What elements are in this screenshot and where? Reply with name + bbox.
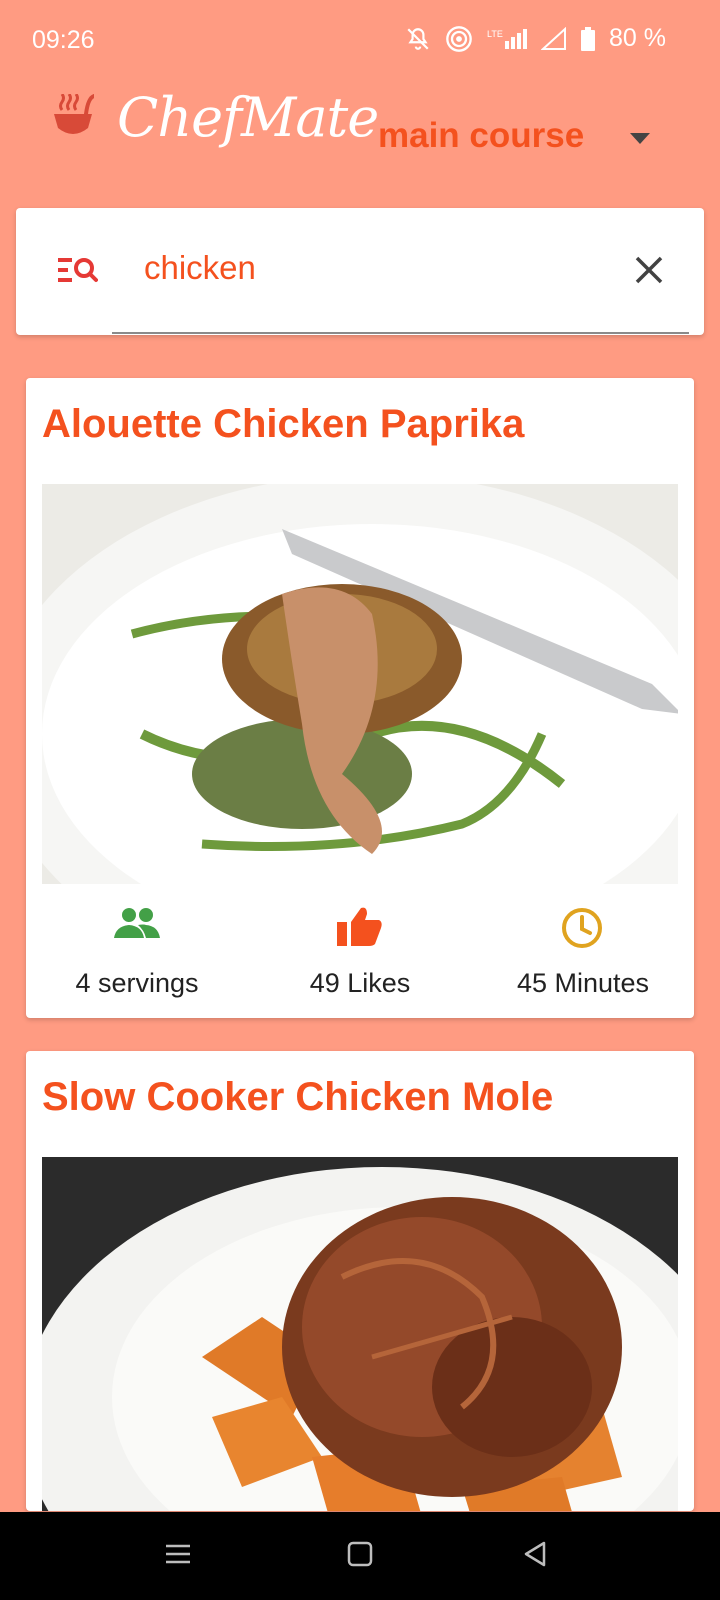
recipe-stats: 4 servings 49 Likes 45 Minutes (26, 884, 694, 1018)
status-bar: 09:26 LTE 80 % (0, 0, 720, 80)
likes-label: 49 Likes (309, 968, 411, 998)
soup-pot-logo-icon (52, 93, 96, 145)
menu-icon[interactable] (164, 1540, 192, 1573)
thumbs-up-icon (337, 906, 383, 951)
close-icon[interactable] (633, 254, 665, 291)
dropdown-arrow-icon (630, 132, 650, 150)
battery-icon (581, 26, 596, 51)
recipe-image (42, 484, 678, 884)
category-selected-value: main course (378, 116, 585, 155)
search-card (16, 208, 704, 335)
app-title: ChefMate (117, 86, 379, 149)
svg-text:LTE: LTE (487, 29, 503, 39)
status-time: 09:26 (32, 26, 95, 54)
clock-icon (560, 906, 604, 955)
hotspot-icon (445, 25, 473, 53)
wifi-signal-icon (541, 26, 567, 51)
recipe-card[interactable]: Alouette Chicken Paprika 4 servings 49 L… (26, 378, 694, 1018)
search-underline (112, 332, 689, 334)
category-dropdown[interactable]: main course (378, 116, 668, 166)
lte-signal-icon: LTE (487, 27, 528, 51)
time-stat: 45 Minutes (472, 884, 694, 1018)
recipe-title: Alouette Chicken Paprika (42, 402, 525, 446)
home-icon[interactable] (346, 1540, 374, 1573)
recipe-title: Slow Cooker Chicken Mole (42, 1075, 554, 1119)
search-input[interactable] (112, 238, 612, 298)
time-label: 45 Minutes (516, 968, 650, 998)
recipe-card[interactable]: Slow Cooker Chicken Mole (26, 1051, 694, 1511)
navigation-bar (0, 1512, 720, 1600)
likes-stat: 49 Likes (249, 884, 471, 1018)
servings-stat: 4 servings (26, 884, 248, 1018)
mute-icon (405, 26, 431, 52)
battery-level: 80 % (609, 24, 666, 52)
people-icon (114, 906, 160, 945)
app-header: ChefMate main course (0, 80, 720, 190)
back-icon[interactable] (522, 1540, 550, 1573)
status-icons: LTE 80 % (405, 24, 666, 53)
recipe-image (42, 1157, 678, 1511)
servings-label: 4 servings (75, 968, 199, 998)
search-list-icon (58, 256, 98, 289)
